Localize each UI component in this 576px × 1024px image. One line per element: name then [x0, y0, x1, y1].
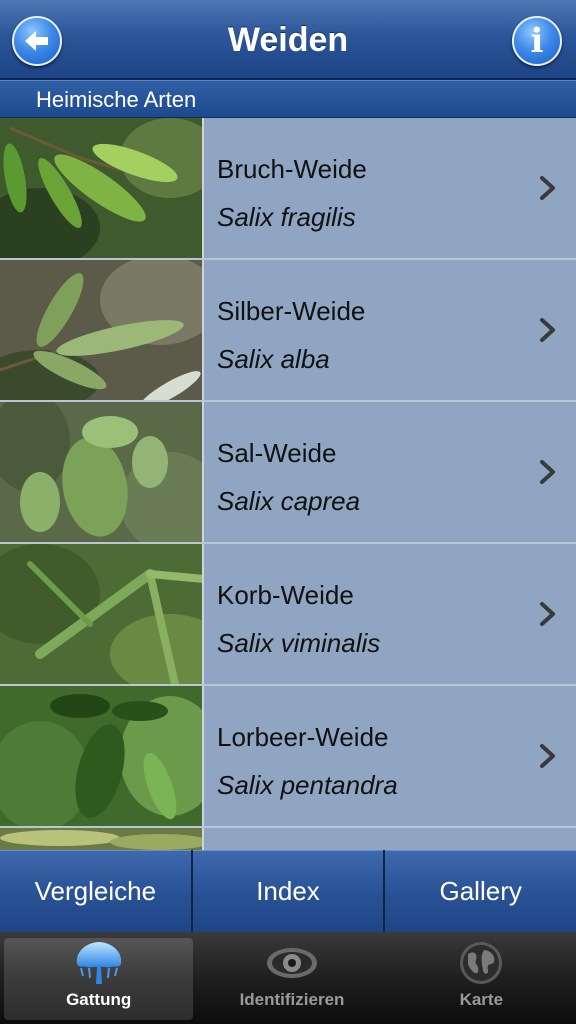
species-thumbnail — [0, 686, 204, 826]
chevron-right-icon — [540, 744, 555, 768]
navigation-bar: Weiden i — [0, 0, 576, 80]
chevron-right-icon — [540, 602, 555, 626]
compare-button[interactable]: Vergleiche — [0, 850, 191, 932]
species-name: Sal-Weide — [217, 438, 337, 468]
species-latin-name: Salix caprea — [217, 486, 361, 516]
species-row-partial[interactable] — [0, 828, 576, 850]
species-name: Korb-Weide — [217, 580, 354, 610]
tab-label: Identifizieren — [239, 990, 345, 1009]
species-latin-name: Salix fragilis — [217, 202, 356, 232]
species-thumbnail — [0, 402, 204, 542]
globe-icon — [460, 942, 503, 984]
species-row-bruch-weide[interactable]: Bruch-Weide Salix fragilis — [0, 118, 576, 260]
index-button[interactable]: Index — [192, 850, 384, 932]
tab-karte[interactable]: Karte — [387, 932, 576, 1024]
species-thumbnail — [0, 544, 204, 684]
chevron-right-icon — [540, 460, 555, 484]
species-latin-name: Salix viminalis — [217, 628, 381, 658]
tab-label: Karte — [459, 990, 504, 1009]
tab-gattung[interactable]: Gattung — [4, 938, 194, 1020]
tree-icon — [76, 942, 121, 984]
species-thumbnail — [0, 828, 204, 850]
info-icon: i — [530, 21, 544, 61]
species-latin-name: Salix alba — [217, 344, 330, 374]
info-button[interactable]: i — [512, 16, 562, 66]
tab-label: Gattung — [66, 990, 132, 1009]
section-header: Heimische Arten — [0, 80, 576, 118]
species-name: Lorbeer-Weide — [217, 722, 389, 752]
species-row-sal-weide[interactable]: Sal-Weide Salix caprea — [0, 402, 576, 544]
action-bar: Vergleiche Index Gallery — [0, 850, 576, 932]
species-row-lorbeer-weide[interactable]: Lorbeer-Weide Salix pentandra — [0, 686, 576, 828]
eye-icon — [266, 948, 317, 978]
gallery-button[interactable]: Gallery — [385, 850, 576, 932]
chevron-right-icon — [540, 176, 555, 200]
chevron-right-icon — [540, 318, 555, 342]
section-title: Heimische Arten — [36, 87, 197, 112]
species-list[interactable]: Bruch-Weide Salix fragilis Silber-Weide … — [0, 118, 576, 850]
species-row-silber-weide[interactable]: Silber-Weide Salix alba — [0, 260, 576, 402]
species-name: Bruch-Weide — [217, 154, 367, 184]
species-latin-name: Salix pentandra — [217, 770, 398, 800]
tab-bar: Gattung Identifizieren Karte — [0, 932, 576, 1024]
species-row-korb-weide[interactable]: Korb-Weide Salix viminalis — [0, 544, 576, 686]
species-name: Silber-Weide — [217, 296, 366, 326]
tab-identifizieren[interactable]: Identifizieren — [197, 932, 386, 1024]
species-thumbnail — [0, 260, 204, 400]
page-title: Weiden — [227, 21, 349, 59]
species-thumbnail — [0, 118, 204, 258]
